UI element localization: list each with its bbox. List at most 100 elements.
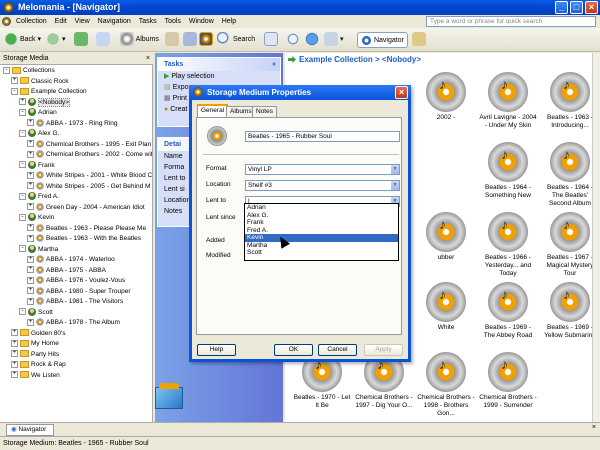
album-card[interactable]: ♪ Chemical Brothers - 1998 - Brothers Gon… [417, 349, 475, 419]
help-button[interactable]: Help [197, 344, 236, 356]
sidebar-close-icon[interactable]: × [146, 53, 150, 65]
expand-icon[interactable]: + [11, 350, 18, 358]
album-card[interactable]: ♪ 2002 - [417, 69, 475, 139]
tree-item[interactable]: - Scott [19, 307, 53, 318]
tree-item[interactable]: - Frank [19, 160, 55, 171]
collapse-icon[interactable]: « [272, 58, 276, 71]
expand-icon[interactable]: + [27, 318, 34, 326]
menu-tools[interactable]: Tools [162, 15, 184, 28]
album-card[interactable]: ♪ Chemical Brothers - 1999 - Surrender [479, 349, 537, 419]
tree-item[interactable]: + White Stripes - 2005 - Get Behind M [27, 181, 150, 192]
expand-icon[interactable]: + [27, 171, 34, 179]
tree-item[interactable]: + ABBA - 1974 - Waterloo [27, 255, 115, 265]
medium-name-field[interactable]: Beatles - 1965 - Rubber Soul [245, 131, 400, 142]
album-card[interactable]: ♪ Beatles - 1964 - Something New [479, 139, 537, 209]
expand-icon[interactable]: + [11, 360, 18, 368]
album-card[interactable]: ♪ Beatles - 1969 - The Abbey Road [479, 279, 537, 349]
zoom-button[interactable] [286, 32, 300, 48]
dropdown-option[interactable]: Kevin [245, 234, 398, 242]
tree-item[interactable]: - Example Collection [11, 87, 87, 97]
cancel-button[interactable]: Cancel [318, 344, 357, 356]
tree-item[interactable]: + Chemical Brothers - 1995 - Exit Plan [27, 139, 151, 150]
tree-item[interactable]: + Party Hits [11, 350, 59, 360]
apply-button[interactable]: Apply [364, 344, 403, 356]
format-select[interactable]: Vinyl LP ▼ [245, 164, 400, 175]
collapse-icon[interactable]: - [19, 213, 26, 221]
tree-item[interactable]: + ABBA - 1975 - ABBA [27, 265, 106, 276]
dropdown-option[interactable]: Fred A. [245, 227, 398, 235]
tab-general[interactable]: General [197, 104, 229, 117]
collapse-icon[interactable]: - [19, 308, 26, 316]
web-button[interactable] [305, 32, 319, 48]
breadcrumb[interactable]: Example Collection > <Nobody> [285, 53, 600, 66]
tree-item[interactable]: + Green Day - 2004 - American Idiot [27, 202, 145, 213]
forward-button[interactable]: ▾ [46, 32, 65, 48]
expand-icon[interactable]: + [27, 234, 34, 242]
dropdown-option[interactable]: Scott [245, 249, 398, 257]
tree-item[interactable]: + ABBA - 1973 - Ring Ring [27, 118, 118, 129]
menu-collection[interactable]: Collection [13, 15, 50, 28]
expand-icon[interactable]: + [19, 98, 26, 106]
ok-button[interactable]: OK [274, 344, 313, 356]
expand-icon[interactable]: + [27, 255, 34, 263]
expand-icon[interactable]: + [27, 119, 34, 127]
list-view-button[interactable] [264, 32, 278, 48]
menu-edit[interactable]: Edit [52, 15, 70, 28]
search-button[interactable]: Search [217, 32, 255, 48]
tree-item[interactable]: + ABBA - 1981 - The Visitors [27, 297, 123, 307]
album-card[interactable]: ♪ ubber [417, 209, 475, 279]
dialog-close-button[interactable]: × [395, 86, 408, 99]
dropdown-option[interactable]: Frank [245, 219, 398, 227]
expand-icon[interactable]: + [11, 329, 18, 337]
tree-item[interactable]: - Collections [3, 66, 55, 76]
expand-icon[interactable]: + [27, 297, 34, 305]
vertical-scrollbar[interactable] [592, 53, 600, 422]
album-card[interactable]: ♪ Beatles - 1963 - Introducing... [541, 69, 599, 139]
menu-window[interactable]: Window [186, 15, 217, 28]
albums-button[interactable]: Albums [120, 32, 159, 48]
album-card[interactable]: ♪ Avril Lavigne - 2004 - Under My Skin [479, 69, 537, 139]
menu-tasks[interactable]: Tasks [136, 15, 160, 28]
expand-icon[interactable]: + [11, 371, 18, 379]
tree-item[interactable]: - Alex G. [19, 129, 59, 139]
tree-item[interactable]: - Martha [19, 244, 58, 255]
refresh-button[interactable] [96, 32, 110, 48]
tree-item[interactable]: - Fred A. [19, 192, 59, 202]
maximize-button[interactable]: □ [570, 1, 583, 14]
tree-item[interactable]: + Beatles - 1963 - With the Beatles [27, 234, 141, 244]
expand-icon[interactable]: + [11, 339, 18, 347]
collapse-icon[interactable]: - [19, 161, 26, 169]
expand-icon[interactable]: + [27, 182, 34, 190]
tree-item[interactable]: + Beatles - 1963 - Please Please Me [27, 223, 146, 234]
collapse-icon[interactable]: - [19, 129, 26, 137]
tree-item[interactable]: + ABBA - 1980 - Super Trouper [27, 286, 131, 297]
tree-item[interactable]: + Classic Rock [11, 77, 69, 87]
collapse-icon[interactable]: - [19, 108, 26, 116]
album-card[interactable]: ♪ Beatles - 1964 - The Beatles' Second Al… [541, 139, 599, 209]
tracks-button[interactable] [183, 32, 197, 48]
collapse-icon[interactable]: - [3, 66, 10, 74]
media-button[interactable] [199, 32, 213, 48]
menu-app-icon[interactable] [2, 16, 11, 26]
tree-item[interactable]: + ABBA - 1976 - Voulez-Vous [27, 276, 125, 286]
tree-item[interactable]: - Kevin [19, 213, 54, 223]
tree-item[interactable]: + <Nobody> [19, 97, 70, 108]
dropdown-option[interactable]: Martha [245, 242, 398, 250]
back-button[interactable]: Back ▾ [4, 32, 41, 48]
quick-search-input[interactable]: Type a word or phrase for quick search [426, 16, 596, 27]
expand-icon[interactable]: + [11, 77, 18, 85]
album-card[interactable]: ♪ White [417, 279, 475, 349]
tree-item[interactable]: + ABBA - 1978 - The Album [27, 318, 120, 328]
expand-icon[interactable]: + [27, 276, 34, 284]
close-button[interactable]: × [585, 1, 598, 14]
up-button[interactable] [74, 32, 88, 48]
minimize-button[interactable]: _ [555, 1, 568, 14]
tree-item[interactable]: + We Listen [11, 371, 60, 381]
expand-icon[interactable]: + [27, 287, 34, 295]
tree-item[interactable]: + Golden 80's [11, 329, 66, 339]
dropdown-option[interactable]: Alex G. [245, 212, 398, 220]
menu-help[interactable]: Help [219, 15, 239, 28]
collapse-icon[interactable]: - [19, 245, 26, 253]
tree-item[interactable]: + Rock & Rap [11, 360, 66, 370]
navigator-button[interactable]: Navigator [357, 32, 408, 48]
